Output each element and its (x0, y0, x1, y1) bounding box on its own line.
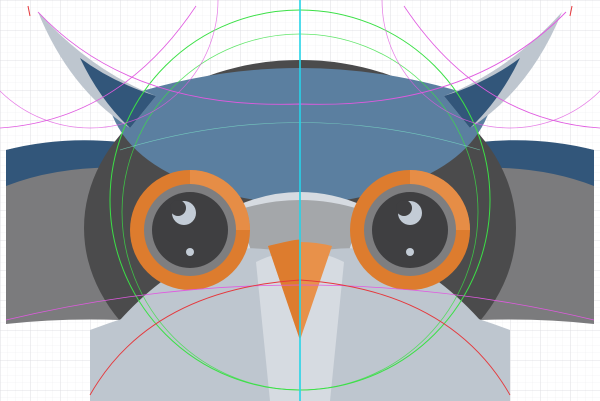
artboard[interactable] (0, 0, 600, 401)
owl-illustration (0, 0, 600, 401)
left-eye (130, 170, 250, 290)
right-eye (350, 170, 470, 290)
